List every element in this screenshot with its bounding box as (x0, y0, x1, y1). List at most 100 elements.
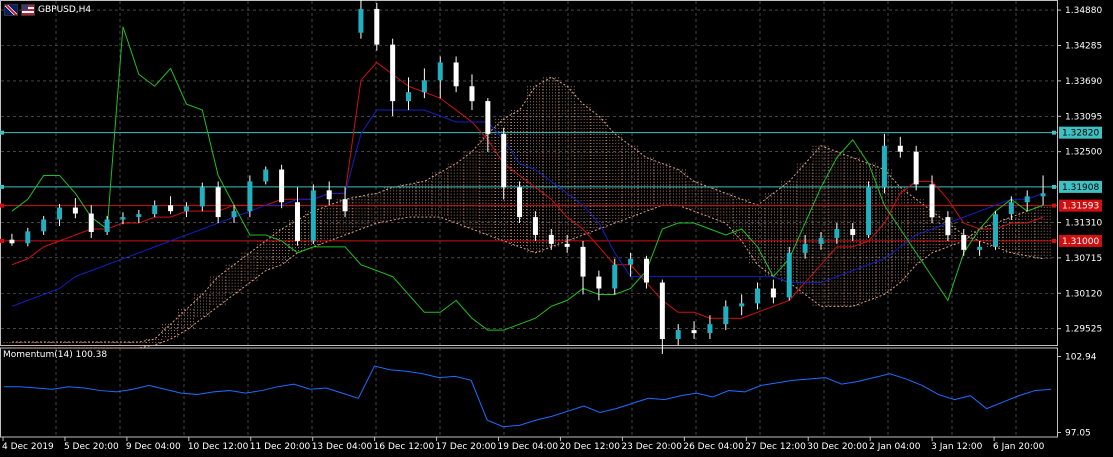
indicator-line (11, 61, 1044, 319)
candle-body (390, 44, 396, 102)
main-panel-frame (0, 0, 1058, 346)
candle-body (326, 190, 332, 200)
candle-body (548, 234, 554, 244)
candle-body (437, 62, 443, 81)
indicator-line (11, 109, 1044, 307)
candle-body (628, 258, 634, 265)
momentum-tick-label: 102.94 (1065, 353, 1097, 363)
price-tick-label: 1.34285 (1065, 42, 1102, 52)
usd-flag-icon (21, 4, 35, 16)
candle-body (231, 211, 237, 218)
candle-body (485, 101, 491, 134)
candle-body (564, 243, 570, 247)
candle-body (580, 246, 586, 277)
candle-body (152, 205, 158, 215)
candle-body (342, 199, 348, 212)
candle-body (168, 205, 174, 212)
momentum-line (4, 365, 1052, 428)
time-axis-label: 9 Dec 04:00 (126, 442, 181, 452)
candle-body (612, 264, 618, 289)
time-axis-label: 16 Dec 12:00 (374, 442, 435, 452)
candle-body (374, 8, 380, 45)
gbp-flag-icon (4, 4, 18, 16)
candle-body (72, 207, 78, 214)
price-level-marker (0, 130, 4, 135)
price-label-text: 1.31000 (1062, 237, 1099, 247)
candle-body (596, 276, 602, 289)
price-label-text: 1.31593 (1062, 202, 1099, 212)
grid-lines (1, 1, 1057, 437)
candle-body (421, 80, 427, 93)
candle-body (9, 239, 15, 244)
trading-chart-canvas[interactable]: 1.34880 1.34285 1.33690 1.33095 1.32500 1.313… (0, 0, 1113, 457)
time-axis-label: 3 Jan 12:00 (931, 442, 983, 452)
candle-body (992, 214, 998, 247)
price-tick-label: 1.29525 (1065, 325, 1102, 335)
candle-body (881, 145, 887, 188)
candle-body (263, 169, 269, 182)
candle-body (25, 231, 31, 244)
time-axis-label: 4 Dec 2019 (2, 442, 54, 452)
price-level-marker (1052, 130, 1056, 135)
candle-body (977, 246, 983, 250)
candle-body (501, 133, 507, 188)
ichimoku-cloud (3, 77, 1051, 348)
candle-body (120, 217, 126, 220)
price-tick-label: 1.33095 (1065, 112, 1102, 122)
time-axis-label: 23 Dec 20:00 (621, 442, 682, 452)
candle-body (279, 169, 285, 203)
candle-body (294, 202, 300, 241)
time-axis-label: 6 Jan 20:00 (993, 442, 1045, 452)
candle-body (358, 8, 364, 33)
candle-body (532, 217, 538, 235)
candle-body (866, 187, 872, 235)
candle-body (929, 184, 935, 218)
candle-body (1024, 196, 1030, 203)
candle-body (707, 324, 713, 334)
candle-body (41, 219, 47, 232)
time-axis-label: 17 Dec 20:00 (436, 442, 497, 452)
time-axis-label: 19 Dec 04:00 (498, 442, 559, 452)
momentum-tick-label: 97.05 (1065, 428, 1091, 438)
chart-title: GBPUSD,H4 (4, 3, 91, 17)
candle-body (453, 62, 459, 87)
candle-body (961, 234, 967, 250)
candle-body (770, 288, 776, 298)
candle-body (755, 288, 761, 304)
candle-body (786, 252, 792, 298)
candle-body (57, 207, 63, 220)
candle-body (945, 217, 951, 235)
candle-body (247, 181, 253, 212)
price-tick-label: 1.31310 (1065, 218, 1102, 228)
price-label-text: 1.31908 (1062, 183, 1099, 193)
price-level-marker (1052, 203, 1056, 208)
time-axis-label: 30 Dec 20:00 (807, 442, 868, 452)
candle-body (183, 206, 189, 212)
price-level-marker (1052, 184, 1056, 189)
price-level-marker (0, 184, 4, 189)
candle-body (136, 214, 142, 218)
candle-body (1008, 202, 1014, 215)
candle-body (850, 229, 856, 235)
time-axis-label: 27 Dec 12:00 (745, 442, 806, 452)
time-axis-label: 11 Dec 20:00 (250, 442, 311, 452)
candle-body (310, 190, 316, 241)
time-axis-label: 20 Dec 12:00 (559, 442, 620, 452)
candle-body (802, 243, 808, 253)
candle-body (675, 330, 681, 340)
indicator-line (11, 26, 1044, 331)
time-axis-label: 10 Dec 12:00 (188, 442, 249, 452)
candle-body (104, 219, 110, 232)
price-tick-label: 1.30120 (1065, 289, 1102, 299)
candle-body (659, 282, 665, 340)
candle-body (469, 86, 475, 102)
candle-body (517, 187, 523, 218)
candle-body (897, 145, 903, 152)
price-tick-label: 1.30715 (1065, 254, 1102, 264)
candle-body (691, 330, 697, 334)
price-tick-label: 1.33690 (1065, 77, 1102, 87)
candle-body (818, 237, 824, 244)
price-level-marker (0, 203, 4, 208)
candle-body (406, 92, 412, 102)
candle-body (913, 151, 919, 185)
